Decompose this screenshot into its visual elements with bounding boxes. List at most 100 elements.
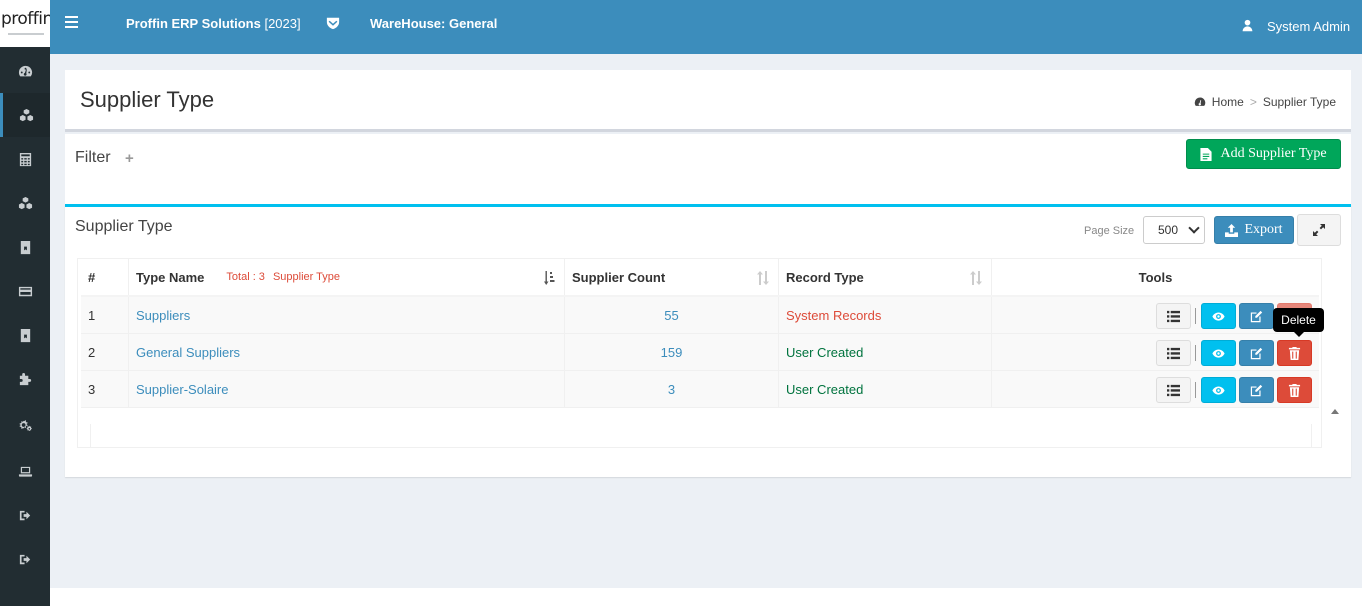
sort-both-icon[interactable] — [970, 271, 982, 285]
row-tools — [992, 334, 1319, 370]
edit-button[interactable] — [1239, 303, 1274, 329]
supplier-count-link[interactable]: 159 — [565, 334, 779, 370]
trash-icon — [1288, 346, 1301, 360]
sidebar-item-modules[interactable] — [0, 357, 50, 401]
sort-both-icon[interactable] — [757, 271, 769, 285]
upload-icon — [1225, 223, 1239, 237]
cubes-icon — [18, 196, 32, 209]
list-button[interactable] — [1156, 377, 1191, 403]
sidebar-item-devices[interactable] — [0, 449, 50, 493]
sort-asc-icon[interactable] — [543, 271, 555, 285]
sidebar-item-logout[interactable] — [0, 537, 50, 581]
sidebar-item-products[interactable] — [0, 181, 50, 225]
sign-out-icon — [19, 510, 30, 520]
column-header-tools: Tools — [1138, 269, 1173, 285]
type-name-link[interactable]: Supplier-Solaire — [129, 371, 565, 407]
box-icon — [20, 240, 30, 254]
delete-button[interactable] — [1277, 340, 1312, 366]
content-wrapper: Supplier Type Home > Supplier Type Filte… — [50, 54, 1362, 588]
list-icon — [1167, 310, 1180, 322]
table-header-row: # Type Name Total : 3 Supplier Type Suppl… — [81, 259, 1319, 297]
filter-title[interactable]: Filter — [75, 149, 111, 167]
view-button[interactable] — [1201, 377, 1236, 403]
sidebar-item-stock[interactable] — [0, 313, 50, 357]
fullscreen-button[interactable] — [1297, 214, 1341, 246]
record-type-header-label: Record Type — [786, 269, 864, 285]
export-button[interactable]: Export — [1214, 216, 1294, 244]
column-header-supplier-count[interactable]: Supplier Count — [565, 259, 779, 295]
type-name-header-label: Type Name — [136, 269, 205, 285]
page-size-value: 500 — [1158, 223, 1179, 237]
sidebar-item-settings[interactable] — [0, 403, 50, 447]
menu-toggle-icon[interactable] — [65, 16, 79, 29]
filter-box: Filter + Add Supplier Type — [65, 134, 1351, 204]
brand-year: [2023] — [264, 16, 301, 31]
supplier-count-link[interactable]: 55 — [565, 297, 779, 333]
breadcrumb-current: Supplier Type — [1262, 95, 1336, 109]
file-icon — [1200, 147, 1213, 161]
shield-icon[interactable] — [326, 16, 340, 30]
calculator-icon — [19, 152, 31, 166]
expand-icon — [1313, 224, 1325, 236]
logo-text: proffin — [1, 9, 50, 29]
page-size-label: Page Size — [1084, 225, 1135, 237]
supplier-count-link[interactable]: 3 — [565, 371, 779, 407]
sign-out-icon — [19, 554, 30, 564]
sidebar-item-payments[interactable] — [0, 269, 50, 313]
edit-icon — [1250, 347, 1263, 359]
logo-underline — [8, 33, 44, 35]
app-logo[interactable]: proffin — [0, 0, 50, 47]
column-header-type-name[interactable]: Type Name Total : 3 Supplier Type — [129, 259, 565, 295]
view-button[interactable] — [1201, 340, 1236, 366]
total-count-badge: Total : 3 Supplier Type — [226, 271, 341, 283]
list-icon — [1167, 384, 1180, 396]
column-header-record-type[interactable]: Record Type — [779, 259, 992, 295]
list-icon — [1167, 347, 1180, 359]
laptop-icon — [18, 466, 32, 477]
sidebar-item-suppliers[interactable] — [0, 93, 50, 137]
cubes-icon — [19, 108, 34, 121]
list-button[interactable] — [1156, 340, 1191, 366]
brand-title: Proffin ERP Solutions [2023] — [126, 16, 301, 31]
table-row: 1 Suppliers 55 System Records — [81, 297, 1319, 334]
edit-icon — [1250, 310, 1263, 322]
add-supplier-type-button[interactable]: Add Supplier Type — [1186, 139, 1341, 169]
data-table: # Type Name Total : 3 Supplier Type Suppl… — [77, 258, 1322, 448]
warehouse-label[interactable]: WareHouse: General — [370, 16, 497, 31]
delete-button[interactable] — [1277, 377, 1312, 403]
row-tools — [992, 371, 1319, 407]
sidebar-item-exit[interactable] — [0, 493, 50, 537]
filter-expand-icon[interactable]: + — [125, 150, 134, 167]
record-type: System Records — [779, 297, 992, 333]
sidebar: proffin — [0, 0, 50, 606]
record-type: User Created — [779, 371, 992, 407]
row-number: 1 — [81, 297, 129, 333]
supplier-type-list-box: Supplier Type Page Size 500 Export # Typ… — [65, 204, 1351, 477]
user-icon[interactable] — [1241, 19, 1254, 32]
chevron-down-icon — [1188, 222, 1200, 234]
row-number: 3 — [81, 371, 129, 407]
type-name-link[interactable]: General Suppliers — [129, 334, 565, 370]
breadcrumb-home[interactable]: Home — [1212, 95, 1244, 109]
edit-button[interactable] — [1239, 377, 1274, 403]
sidebar-item-accounting[interactable] — [0, 137, 50, 181]
list-button[interactable] — [1156, 303, 1191, 329]
table-row: 3 Supplier-Solaire 3 User Created — [81, 371, 1319, 408]
brand-name: Proffin ERP Solutions — [126, 16, 261, 31]
page-size-select[interactable]: 500 — [1143, 216, 1205, 244]
table-row: 2 General Suppliers 159 User Created — [81, 334, 1319, 371]
user-menu[interactable]: System Admin — [1267, 19, 1350, 34]
sidebar-item-inventory[interactable] — [0, 225, 50, 269]
sidebar-item-dashboard[interactable] — [0, 49, 50, 93]
page-header-box: Supplier Type Home > Supplier Type — [65, 70, 1351, 132]
type-name-link[interactable]: Suppliers — [129, 297, 565, 333]
puzzle-icon — [19, 372, 31, 385]
view-button[interactable] — [1201, 303, 1236, 329]
edit-button[interactable] — [1239, 340, 1274, 366]
dashboard-icon — [1194, 97, 1206, 106]
column-header-no[interactable]: # — [81, 259, 129, 295]
edit-icon — [1250, 384, 1263, 396]
breadcrumb-separator: > — [1249, 95, 1257, 109]
row-number: 2 — [81, 334, 129, 370]
scroll-up-arrow[interactable] — [1331, 409, 1339, 414]
